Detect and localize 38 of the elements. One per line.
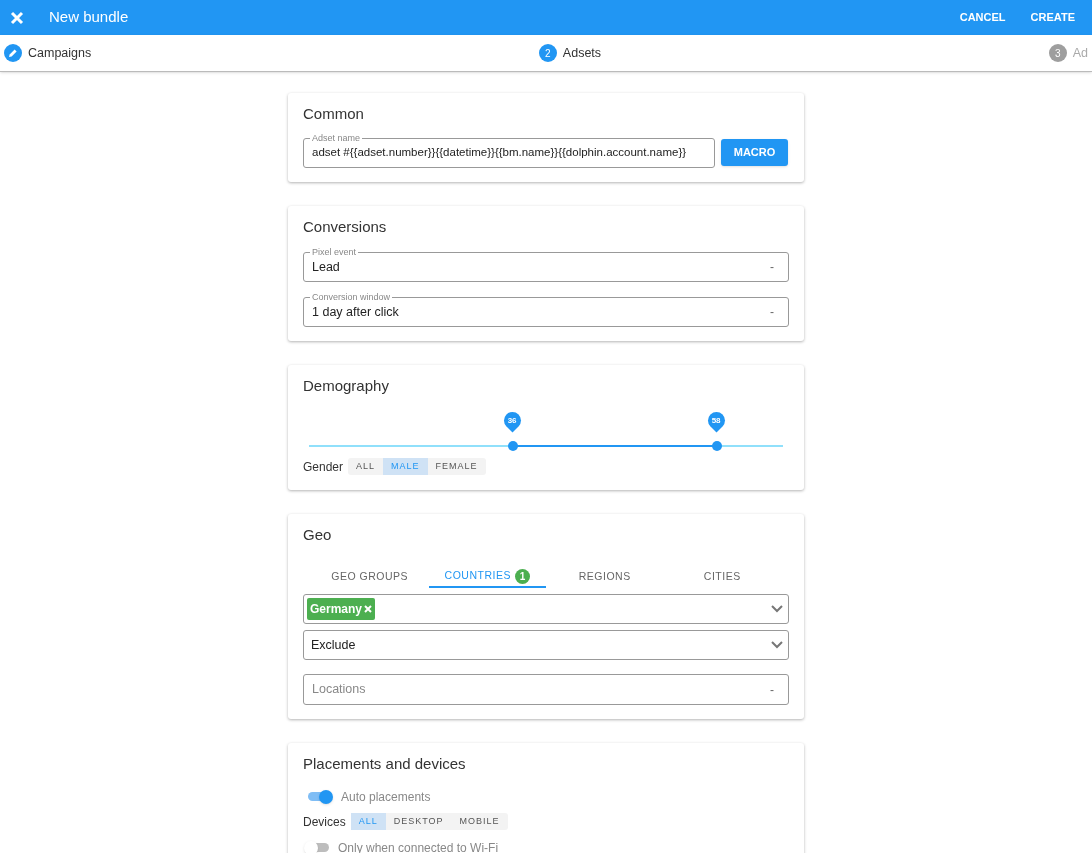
section-title: Common xyxy=(303,104,365,124)
close-icon xyxy=(10,10,24,25)
chevron-down-icon xyxy=(771,641,783,649)
slider-thumb[interactable] xyxy=(507,440,518,451)
close-button[interactable] xyxy=(9,9,25,26)
step-number: 2 xyxy=(538,44,557,62)
chevron-down-icon xyxy=(771,605,783,613)
toggle-option[interactable]: MOBILE xyxy=(451,813,508,830)
age-range-slider[interactable]: 36 58 xyxy=(309,409,783,454)
field-label: Devices xyxy=(303,813,346,831)
section-title: Geo xyxy=(303,524,333,545)
geo-tab[interactable]: REGIONS xyxy=(546,566,664,588)
step-item[interactable]: Campaigns xyxy=(4,43,92,63)
toggle-switch[interactable] xyxy=(307,789,333,804)
macro-button[interactable]: MACRO xyxy=(721,139,788,166)
toggle-option[interactable]: FEMALE xyxy=(427,458,486,475)
section-title: Conversions xyxy=(303,216,388,237)
step-item[interactable]: 2 Adsets xyxy=(538,43,602,63)
toggle-option[interactable]: DESKTOP xyxy=(385,813,452,830)
locations-field[interactable]: Locations - xyxy=(303,674,789,705)
field-label: Gender xyxy=(303,458,344,476)
pencil-icon xyxy=(4,44,22,62)
switch-label: Auto placements xyxy=(341,788,431,806)
page-title: New bundle xyxy=(49,7,129,28)
create-button[interactable]: CREATE xyxy=(1022,5,1083,30)
remove-icon xyxy=(364,605,373,613)
toggle-switch[interactable] xyxy=(304,840,330,853)
mode-select[interactable]: Exclude xyxy=(303,630,789,660)
section-title: Placements and devices xyxy=(303,754,467,774)
step-number: 3 xyxy=(1048,44,1067,62)
section-title: Demography xyxy=(303,376,390,396)
geo-tab[interactable]: COUNTRIES 1 xyxy=(428,566,546,588)
cancel-button[interactable]: CANCEL xyxy=(951,5,1014,30)
geo-tab[interactable]: CITIES xyxy=(663,566,781,588)
slider-thumb[interactable] xyxy=(711,440,722,451)
geo-tab[interactable]: GEO GROUPS xyxy=(311,566,429,588)
toggle-option[interactable]: ALL xyxy=(348,458,384,475)
count-badge: 1 xyxy=(514,568,530,584)
